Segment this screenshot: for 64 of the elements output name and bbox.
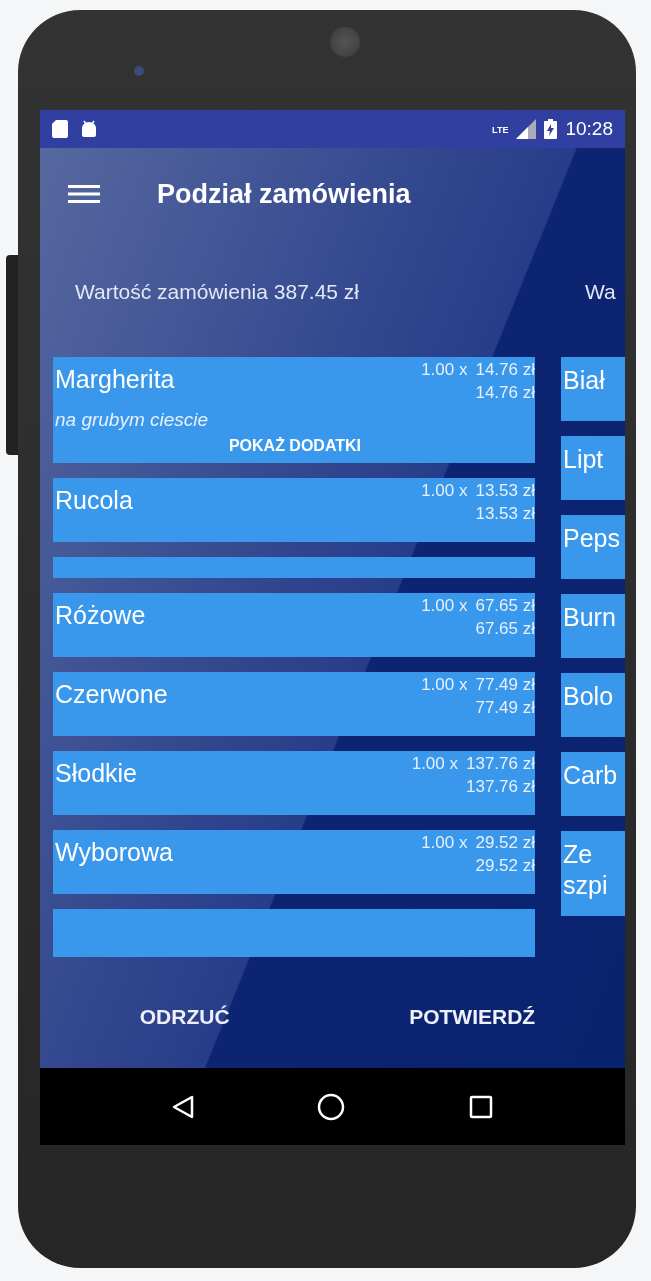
- item-name: Peps: [563, 523, 620, 554]
- item-note: na grubym ciescie: [55, 408, 210, 431]
- item-total: 137.76 zł: [466, 775, 535, 798]
- order-item-card[interactable]: Słodkie 1.00 x 137.76 zł 137.76 zł: [53, 750, 535, 815]
- recent-apps-icon[interactable]: [469, 1094, 494, 1119]
- item-quantity: 1.00 x: [421, 831, 468, 854]
- android-icon: [80, 120, 98, 138]
- battery-charging-icon: [544, 119, 558, 139]
- item-total: 13.53 zł: [475, 502, 535, 525]
- item-quantity: 1.00 x: [421, 594, 468, 617]
- item-name: Ze szpi: [563, 839, 609, 902]
- reject-button[interactable]: ODRZUĆ: [131, 999, 238, 1035]
- item-name: Bolo: [563, 681, 614, 712]
- back-icon[interactable]: [171, 1094, 194, 1119]
- status-time: 10:28: [565, 118, 613, 140]
- item-unit-price: 14.76 zł: [475, 359, 535, 381]
- network-type-label: LTE: [492, 125, 509, 135]
- order-item-card[interactable]: Rucola 1.00 x 13.53 zł 13.53 zł: [53, 477, 535, 542]
- order-value-label: Wa: [585, 280, 616, 303]
- item-quantity: 1.00 x: [421, 673, 468, 696]
- item-quantity: 1.00 x: [421, 359, 468, 381]
- item-name: Margherita: [55, 364, 175, 395]
- order-item-card[interactable]: Ze szpi: [561, 831, 625, 916]
- item-unit-price: 13.53 zł: [475, 479, 535, 502]
- order-value-label: Wartość zamówienia 387.45 zł: [75, 280, 359, 303]
- empty-item-card[interactable]: [53, 556, 535, 578]
- order-item-card[interactable]: Biał: [561, 357, 625, 421]
- order-item-card[interactable]: Burn: [561, 594, 625, 658]
- home-icon[interactable]: [317, 1092, 346, 1121]
- speaker-icon: [330, 27, 360, 57]
- menu-icon[interactable]: [68, 185, 100, 203]
- order-item-card[interactable]: Peps: [561, 515, 625, 579]
- order-item-card[interactable]: [53, 908, 535, 957]
- item-total: 77.49 zł: [475, 696, 535, 719]
- item-unit-price: 29.52 zł: [475, 831, 535, 854]
- sensor-icon: [134, 66, 144, 76]
- item-name: Biał: [563, 365, 605, 396]
- order-item-card[interactable]: Czerwone 1.00 x 77.49 zł 77.49 zł: [53, 671, 535, 736]
- item-name: Carb: [563, 760, 618, 791]
- sd-card-icon: [52, 120, 68, 138]
- order-item-card[interactable]: Różowe 1.00 x 67.65 zł 67.65 zł: [53, 592, 535, 657]
- item-name: Wyborowa: [55, 836, 173, 868]
- screen-title: Podział zamówienia: [157, 178, 411, 210]
- item-total: 29.52 zł: [475, 854, 535, 877]
- order-item-card[interactable]: Bolo: [561, 673, 625, 737]
- order-item-card[interactable]: Wyborowa 1.00 x 29.52 zł 29.52 zł: [53, 829, 535, 894]
- item-unit-price: 77.49 zł: [475, 673, 535, 696]
- item-name: Słodkie: [55, 757, 137, 789]
- order-item-card[interactable]: Lipt: [561, 436, 625, 500]
- item-name: Lipt: [563, 444, 604, 475]
- item-quantity: 1.00 x: [421, 479, 468, 502]
- order-item-card[interactable]: Margherita 1.00 x 14.76 zł 14.76 zł na grubym ciescie POKAŻ DODATKI: [53, 357, 535, 463]
- item-name: Czerwone: [55, 678, 168, 710]
- item-unit-price: 137.76 zł: [466, 752, 535, 775]
- item-name: Rucola: [55, 484, 133, 516]
- item-name: Różowe: [55, 599, 146, 631]
- item-total: 14.76 zł: [475, 381, 535, 404]
- item-name: Burn: [563, 602, 616, 633]
- show-extras-button[interactable]: POKAŻ DODATKI: [222, 432, 368, 459]
- item-unit-price: 67.65 zł: [475, 594, 535, 617]
- item-total: 67.65 zł: [475, 617, 535, 640]
- order-item-card[interactable]: Carb: [561, 752, 625, 816]
- confirm-button[interactable]: POTWIERDŹ: [401, 999, 544, 1035]
- item-quantity: 1.00 x: [411, 752, 458, 775]
